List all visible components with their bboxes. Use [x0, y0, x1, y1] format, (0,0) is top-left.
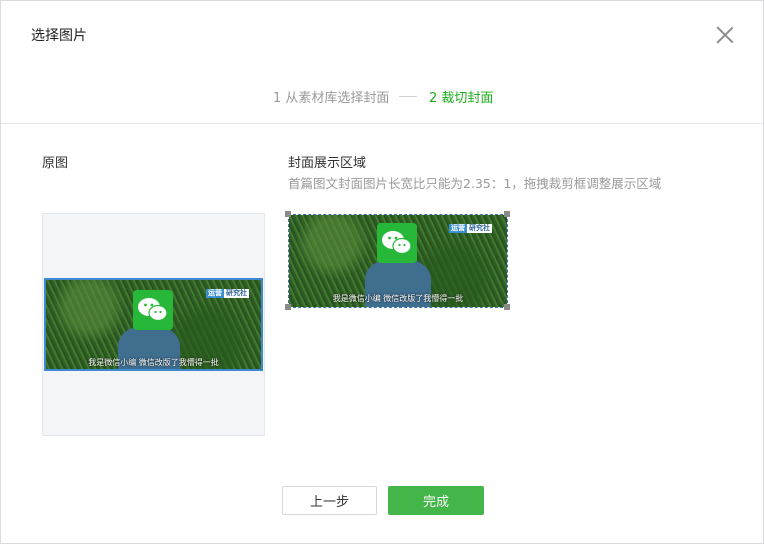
close-icon[interactable] [713, 23, 737, 47]
preview-label: 封面展示区域 [288, 156, 367, 171]
crop-handle-top-right[interactable] [504, 211, 510, 217]
select-image-dialog: 选择图片 1 从素材库选择封面 2 裁切封面 原图 运营 研究社 我是微信小编 … [0, 0, 764, 544]
crop-handle-top-left[interactable] [285, 211, 291, 217]
crop-frame[interactable] [288, 214, 508, 308]
step-separator [399, 96, 417, 97]
dialog-header: 选择图片 [1, 1, 763, 69]
preview-tip: 首篇图文封面图片长宽比只能为2.35：1，拖拽裁剪框调整展示区域 [288, 176, 662, 191]
brand-tag: 运营 研究社 [206, 289, 249, 298]
wechat-icon [133, 290, 173, 330]
step-2-label: 2 裁切封面 [429, 91, 494, 106]
step-indicator: 1 从素材库选择封面 2 裁切封面 [1, 87, 763, 107]
crop-handle-bottom-right[interactable] [504, 304, 510, 310]
previous-step-button[interactable]: 上一步 [282, 486, 377, 515]
crop-handle-bottom-left[interactable] [285, 304, 291, 310]
done-button[interactable]: 完成 [388, 486, 484, 515]
original-image[interactable]: 运营 研究社 我是微信小编 微信改版了我懵得一批 [44, 278, 263, 371]
original-label: 原图 [42, 156, 69, 171]
image-caption: 我是微信小编 微信改版了我懵得一批 [88, 358, 219, 367]
brand-tag-b: 研究社 [224, 289, 249, 298]
dialog-title: 选择图片 [31, 28, 87, 44]
step-1-label: 1 从素材库选择封面 [273, 91, 390, 106]
brand-tag-a: 运营 [206, 289, 224, 298]
header-divider [1, 123, 763, 124]
original-image-panel: 运营 研究社 我是微信小编 微信改版了我懵得一批 [42, 213, 265, 436]
